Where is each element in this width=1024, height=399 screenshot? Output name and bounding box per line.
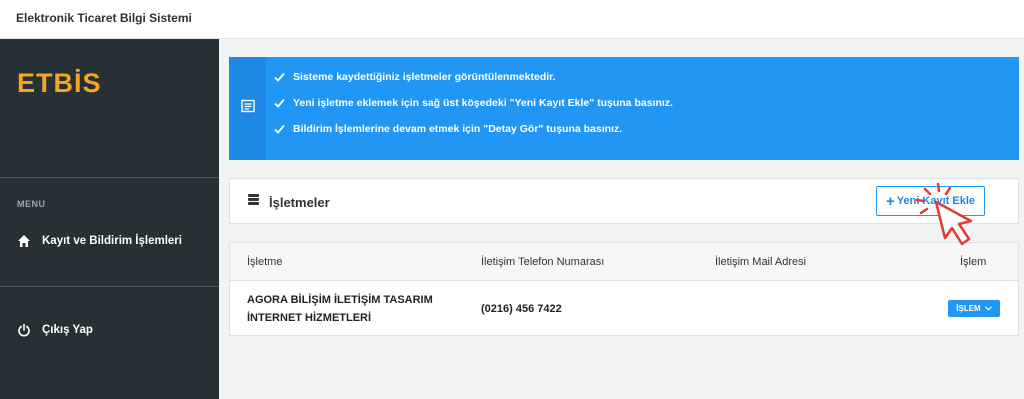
column-header: İletişim Telefon Numarası <box>481 256 605 268</box>
power-icon <box>17 323 31 337</box>
isletmeler-panel-header: İşletmeler + Yeni Kayıt Ekle <box>229 178 1019 224</box>
click-pointer-icon <box>915 182 973 246</box>
database-icon <box>247 193 260 211</box>
info-icon-column <box>229 57 266 160</box>
home-icon <box>17 234 31 248</box>
plus-icon: + <box>885 192 895 210</box>
column-header: İşlem <box>960 256 987 268</box>
menu-header: MENU <box>17 199 46 209</box>
sidebar-divider <box>0 177 219 178</box>
info-text: Yeni işletme eklemek için sağ üst köşede… <box>293 97 673 109</box>
top-bar: Elektronik Ticaret Bilgi Sistemi <box>0 0 1024 39</box>
check-icon <box>274 124 285 134</box>
islem-dropdown-button[interactable]: İŞLEM <box>948 300 1000 317</box>
app-title: Elektronik Ticaret Bilgi Sistemi <box>16 11 192 25</box>
etbis-logo[interactable]: ETBİS <box>17 68 102 99</box>
sidebar-item-label: Kayıt ve Bildirim İşlemleri <box>42 235 182 247</box>
info-line: Yeni işletme eklemek için sağ üst köşede… <box>274 97 673 109</box>
sidebar: ETBİS MENU Kayıt ve Bildirim İşlemleri Ç… <box>0 39 219 399</box>
islem-label: İŞLEM <box>956 304 981 313</box>
chevron-down-icon <box>984 306 992 311</box>
column-header: İşletme <box>247 256 283 268</box>
panel-title: İşletmeler <box>269 194 330 210</box>
sidebar-item-kayit-bildirim[interactable]: Kayıt ve Bildirim İşlemleri <box>0 229 219 253</box>
company-name-line1: AGORA BİLİŞİM İLETİŞİM TASARIM <box>247 294 433 306</box>
info-line: Bildirim İşlemlerine devam etmek için "D… <box>274 123 622 135</box>
check-icon <box>274 98 285 108</box>
table-header: İşletme İletişim Telefon Numarası İletiş… <box>230 243 1018 281</box>
sidebar-item-cikis[interactable]: Çıkış Yap <box>0 318 219 342</box>
phone-cell: (0216) 456 7422 <box>481 303 562 315</box>
panel-title-group: İşletmeler <box>247 193 330 211</box>
sidebar-item-label: Çıkış Yap <box>42 324 93 336</box>
info-line: Sisteme kaydettiğiniz işletmeler görüntü… <box>274 71 556 83</box>
check-icon <box>274 72 285 82</box>
company-name-line2: İNTERNET HİZMETLERİ <box>247 312 372 324</box>
list-icon <box>240 99 255 118</box>
info-alert: Sisteme kaydettiğiniz işletmeler görüntü… <box>229 57 1019 160</box>
sidebar-divider <box>0 286 219 287</box>
isletmeler-table: İşletme İletişim Telefon Numarası İletiş… <box>229 242 1019 336</box>
info-text: Sisteme kaydettiğiniz işletmeler görüntü… <box>293 71 556 83</box>
info-text: Bildirim İşlemlerine devam etmek için "D… <box>293 123 623 135</box>
column-header: İletişim Mail Adresi <box>715 256 807 268</box>
